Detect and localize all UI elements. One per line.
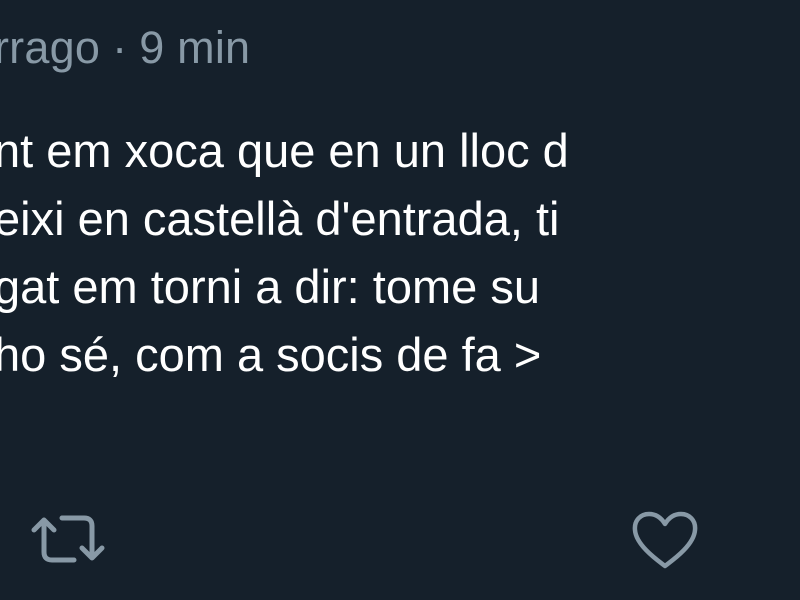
tweet-text-line: ho sé, com a socis de fa >: [0, 328, 542, 381]
author-handle[interactable]: rrago: [0, 22, 100, 73]
tweet-text-line: gat em torni a dir: tome su: [0, 260, 540, 313]
heart-icon[interactable]: [630, 510, 700, 570]
tweet-timestamp[interactable]: 9 min: [139, 22, 250, 73]
tweet-text: nt em xoca que en un lloc d eixi en cast…: [0, 117, 569, 389]
retweet-icon[interactable]: [26, 508, 112, 570]
tweet-card[interactable]: rrago · 9 min nt em xoca que en un lloc d …: [0, 0, 800, 600]
header-separator: ·: [112, 22, 128, 73]
tweet-text-line: nt em xoca que en un lloc d: [0, 124, 569, 177]
tweet-text-line: eixi en castellà d'entrada, ti: [0, 192, 560, 245]
tweet-header: rrago · 9 min: [0, 22, 250, 74]
